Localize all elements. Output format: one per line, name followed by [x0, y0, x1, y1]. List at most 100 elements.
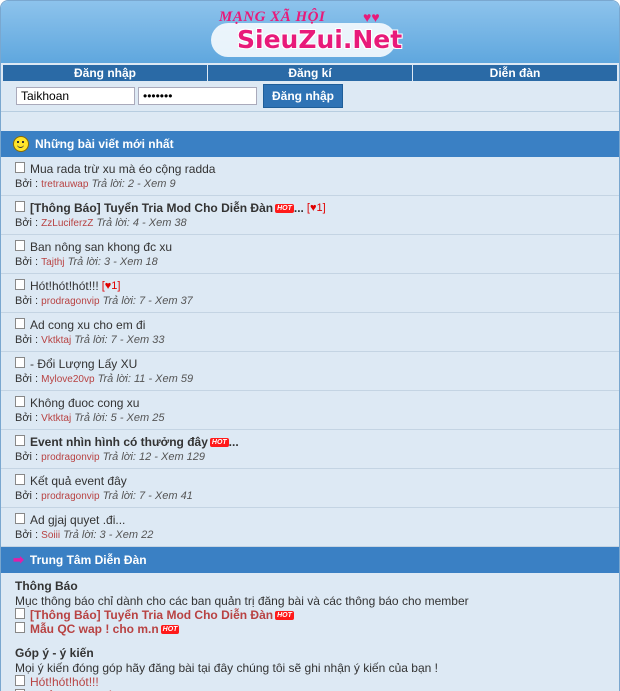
- latest-posts-header: Những bài viết mới nhất: [1, 131, 619, 157]
- post-stats: Trả lời: 4 - Xem 38: [96, 217, 186, 229]
- post-meta: Bởi : Mylove20vp Trả lời: 11 - Xem 59: [15, 372, 605, 387]
- post-stats: Trả lời: 11 - Xem 59: [98, 373, 194, 385]
- forum-center-header: ➡ Trung Tâm Diễn Đàn: [1, 547, 619, 573]
- document-icon: [15, 318, 25, 329]
- by-label: Bởi :: [15, 373, 38, 385]
- nav-login[interactable]: Đăng nhập: [3, 65, 208, 81]
- post-title[interactable]: Ad cong xu cho em đi: [30, 317, 145, 333]
- post-meta: Bởi : tretrauwap Trả lời: 2 - Xem 9: [15, 177, 605, 192]
- post-meta: Bởi : prodragonvip Trả lời: 12 - Xem 129: [15, 450, 605, 465]
- by-label: Bởi :: [15, 217, 38, 229]
- document-icon: [15, 435, 25, 446]
- document-icon: [15, 162, 25, 173]
- post-stats: Trả lời: 5 - Xem 25: [74, 412, 164, 424]
- forum-name[interactable]: Góp ý - ý kiến: [15, 646, 605, 661]
- post-title-suffix: ...: [294, 200, 304, 216]
- forum-topic-link[interactable]: [Thông Báo] Tuyển Tria Mod Cho Diễn ĐànH…: [15, 608, 605, 622]
- post-title[interactable]: Event nhìn hình có thưởng đây: [30, 434, 208, 450]
- arrow-right-icon: ➡: [13, 547, 24, 573]
- post-item: Hót!hót!hót!!![♥1]Bởi : prodragonvip Trả…: [1, 274, 619, 313]
- by-label: Bởi :: [15, 451, 38, 463]
- smiley-icon: [13, 136, 29, 152]
- nav-forum[interactable]: Diễn đàn: [413, 65, 617, 81]
- forum-section: Góp ý - ý kiếnMọi ý kiến đóng góp hãy đă…: [15, 646, 605, 691]
- document-icon: [15, 240, 25, 251]
- spacer: [1, 112, 619, 131]
- post-title-row: Event nhìn hình có thưởng đâyHOT...: [15, 434, 605, 450]
- login-button[interactable]: Đăng nhập: [263, 84, 343, 108]
- post-author[interactable]: Vktktaj: [41, 413, 71, 424]
- post-meta: Bởi : ZzLuciferzZ Trả lời: 4 - Xem 38: [15, 216, 605, 231]
- post-stats: Trả lời: 12 - Xem 129: [103, 451, 205, 463]
- post-title-row: Kết quả event đây: [15, 473, 605, 489]
- by-label: Bởi :: [15, 178, 38, 190]
- document-icon: [15, 279, 25, 290]
- post-title[interactable]: Mua rada trừ xu mà éo cộng radda: [30, 161, 215, 177]
- forum-topic-title[interactable]: [Thông Báo] Tuyển Tria Mod Cho Diễn Đàn: [30, 608, 273, 622]
- site-logo[interactable]: MẠNG XÃ HỘI SieuZui.Net ♥♥: [211, 9, 401, 59]
- hearts-icon: ♥♥: [363, 9, 380, 25]
- post-item: Không đuoc cong xuBởi : Vktktaj Trả lời:…: [1, 391, 619, 430]
- document-icon: [15, 622, 25, 633]
- post-stats: Trả lời: 3 - Xem 18: [68, 256, 158, 268]
- post-title-suffix: ...: [229, 434, 239, 450]
- post-item: Ad gjaj quyet .đi...Bởi : Soiii Trả lời:…: [1, 508, 619, 547]
- post-title[interactable]: Không đuoc cong xu: [30, 395, 139, 411]
- post-item: Ban nông san khong đc xuBởi : Tajthj Trả…: [1, 235, 619, 274]
- document-icon: [15, 675, 25, 686]
- post-item: Mua rada trừ xu mà éo cộng raddaBởi : tr…: [1, 157, 619, 196]
- post-item: [Thông Báo] Tuyển Tria Mod Cho Diễn ĐànH…: [1, 196, 619, 235]
- login-form: Đăng nhập: [1, 81, 619, 112]
- post-author[interactable]: Tajthj: [41, 257, 64, 268]
- post-meta: Bởi : Vktktaj Trả lời: 5 - Xem 25: [15, 411, 605, 426]
- post-author[interactable]: tretrauwap: [41, 179, 88, 190]
- latest-posts-list: Mua rada trừ xu mà éo cộng raddaBởi : tr…: [1, 157, 619, 547]
- post-author[interactable]: prodragonvip: [41, 296, 99, 307]
- logo-tagline: MẠNG XÃ HỘI: [219, 9, 325, 26]
- post-stats: Trả lời: 2 - Xem 9: [91, 178, 175, 190]
- forum-topic-link[interactable]: Hót!hót!hót!!!: [15, 675, 605, 689]
- username-input[interactable]: [16, 87, 135, 105]
- post-meta: Bởi : prodragonvip Trả lời: 7 - Xem 41: [15, 489, 605, 504]
- post-stats: Trả lời: 7 - Xem 37: [103, 295, 193, 307]
- post-author[interactable]: Vktktaj: [41, 335, 71, 346]
- forum-description: Mục thông báo chỉ dành cho các ban quản …: [15, 594, 605, 608]
- post-title-row: Ban nông san khong đc xu: [15, 239, 605, 255]
- document-icon: [15, 357, 25, 368]
- post-item: - Đổi Lượng Lấy XUBởi : Mylove20vp Trả l…: [1, 352, 619, 391]
- post-item: Kết quả event đâyBởi : prodragonvip Trả …: [1, 469, 619, 508]
- post-title-row: - Đổi Lượng Lấy XU: [15, 356, 605, 372]
- document-icon: [15, 513, 25, 524]
- by-label: Bởi :: [15, 412, 38, 424]
- like-count: [♥1]: [307, 200, 326, 216]
- forum-topic-title[interactable]: Mẫu QC wap ! cho m.n: [30, 622, 159, 636]
- post-meta: Bởi : Vktktaj Trả lời: 7 - Xem 33: [15, 333, 605, 348]
- post-author[interactable]: Soiii: [41, 530, 60, 541]
- post-author[interactable]: prodragonvip: [41, 491, 99, 502]
- logo-text: SieuZui.Net: [237, 25, 402, 54]
- post-stats: Trả lời: 7 - Xem 41: [103, 490, 193, 502]
- post-title[interactable]: Ban nông san khong đc xu: [30, 239, 172, 255]
- document-icon: [15, 396, 25, 407]
- like-count: [♥1]: [102, 278, 121, 294]
- post-author[interactable]: Mylove20vp: [41, 374, 94, 385]
- hot-badge-icon: HOT: [275, 611, 294, 620]
- post-item: Ad cong xu cho em điBởi : Vktktaj Trả lờ…: [1, 313, 619, 352]
- post-author[interactable]: ZzLuciferzZ: [41, 218, 93, 229]
- latest-posts-title: Những bài viết mới nhất: [35, 131, 174, 157]
- post-author[interactable]: prodragonvip: [41, 452, 99, 463]
- post-title[interactable]: - Đổi Lượng Lấy XU: [30, 356, 137, 372]
- forum-center: Thông BáoMục thông báo chỉ dành cho các …: [1, 573, 619, 691]
- post-title-row: Hót!hót!hót!!![♥1]: [15, 278, 605, 294]
- forum-topic-link[interactable]: Mẫu QC wap ! cho m.nHOT: [15, 622, 605, 636]
- forum-name[interactable]: Thông Báo: [15, 579, 605, 594]
- forum-topic-title[interactable]: Hót!hót!hót!!!: [30, 675, 99, 689]
- post-title[interactable]: [Thông Báo] Tuyển Tria Mod Cho Diễn Đàn: [30, 200, 273, 216]
- post-title[interactable]: Hót!hót!hót!!!: [30, 278, 99, 294]
- by-label: Bởi :: [15, 256, 38, 268]
- post-title-row: Không đuoc cong xu: [15, 395, 605, 411]
- password-input[interactable]: [138, 87, 257, 105]
- post-title[interactable]: Ad gjaj quyet .đi...: [30, 512, 125, 528]
- nav-register[interactable]: Đăng kí: [208, 65, 413, 81]
- post-title[interactable]: Kết quả event đây: [30, 473, 127, 489]
